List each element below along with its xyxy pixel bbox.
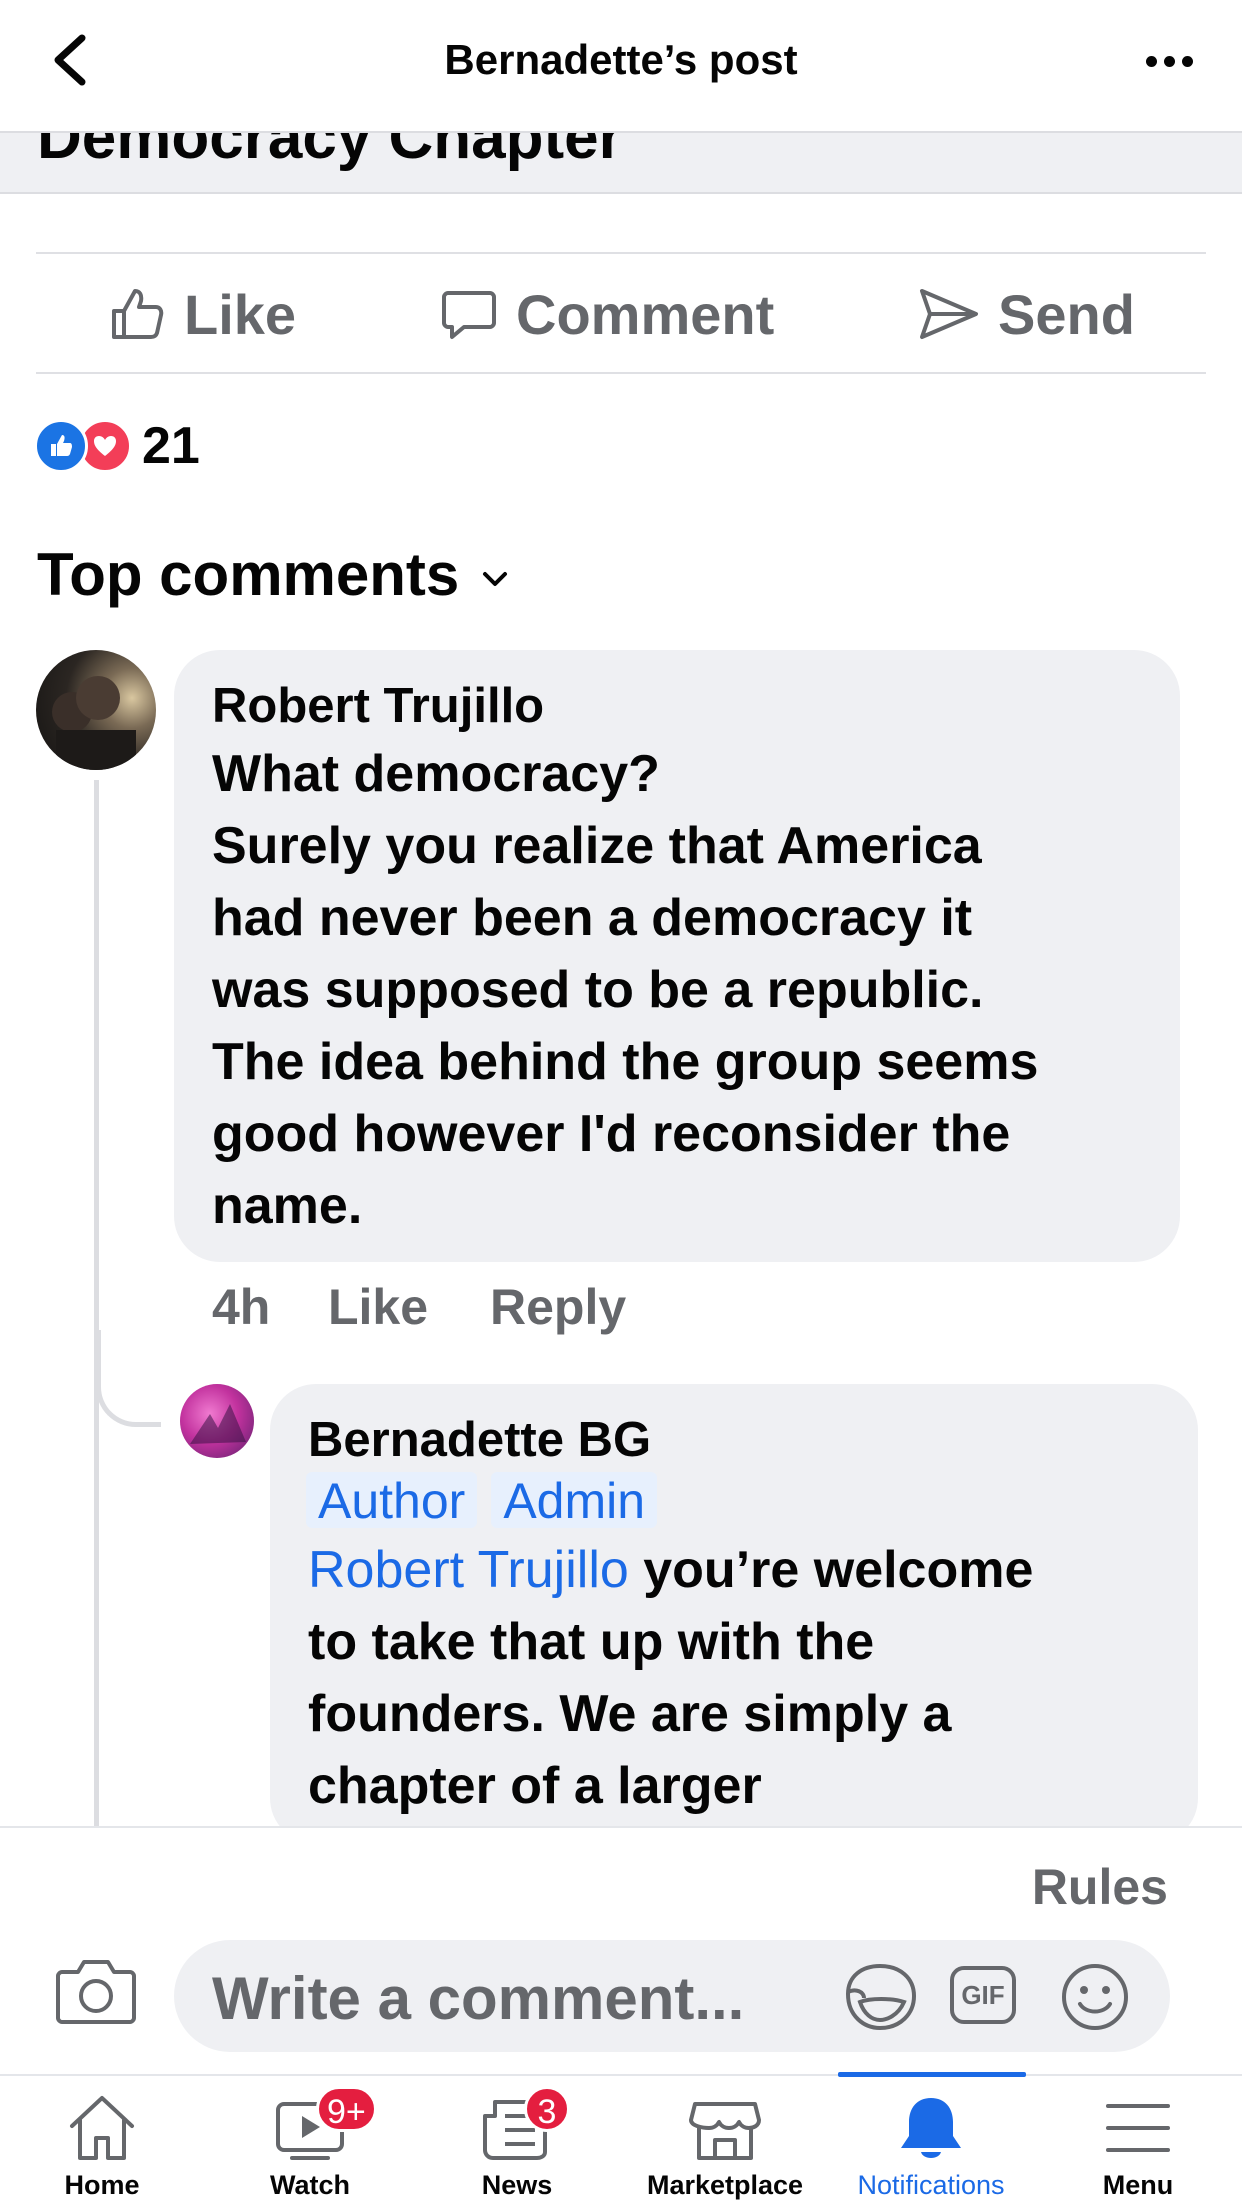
reply-badges: Author Admin bbox=[306, 1472, 671, 1529]
tab-label: Watch bbox=[270, 2170, 350, 2200]
tab-label: Home bbox=[64, 2170, 140, 2200]
more-dot-icon bbox=[1164, 56, 1175, 67]
reaction-count: 21 bbox=[142, 417, 200, 475]
comment-line: name. bbox=[212, 1177, 363, 1235]
send-button[interactable]: Send bbox=[918, 276, 1135, 352]
reply-body: Robert Trujillo you’re welcome to take t… bbox=[308, 1534, 1188, 1822]
home-icon bbox=[70, 2096, 134, 2160]
bell-icon bbox=[901, 2098, 961, 2158]
thread-line bbox=[94, 780, 99, 1830]
author-badge: Author bbox=[306, 1472, 478, 1529]
reply-line: founders. We are simply a bbox=[308, 1685, 952, 1743]
comment-line: The idea behind the group seems bbox=[212, 1033, 1039, 1091]
emoji-button[interactable] bbox=[1060, 1962, 1130, 2037]
replier-avatar[interactable] bbox=[180, 1384, 254, 1458]
menu-icon bbox=[1106, 2104, 1170, 2152]
comment-line: good however I'd reconsider the bbox=[212, 1105, 1011, 1163]
send-button-label: Send bbox=[998, 282, 1135, 346]
reply-line: to take that up with the bbox=[308, 1613, 875, 1671]
like-reaction-icon bbox=[34, 419, 88, 473]
tab-notifications[interactable]: Notifications bbox=[828, 2076, 1034, 2210]
comment-line: Surely you realize that America bbox=[212, 817, 982, 875]
top-navigation-bar: Bernadette’s post bbox=[0, 0, 1242, 131]
comment-composer: Rules Write a comment... GIF bbox=[0, 1826, 1242, 2076]
news-badge: 3 bbox=[524, 2086, 570, 2132]
comment-sort-label: Top comments bbox=[37, 541, 460, 608]
comment-reply-button[interactable]: Reply bbox=[490, 1278, 626, 1336]
group-header[interactable]: Democracy Chapter bbox=[0, 131, 1242, 194]
comment-line: had never been a democracy it bbox=[212, 889, 973, 947]
emoji-icon bbox=[1062, 1964, 1128, 2030]
marketplace-icon bbox=[689, 2102, 761, 2160]
more-options-button[interactable] bbox=[1130, 30, 1210, 90]
avatar-photo bbox=[190, 1404, 246, 1444]
tab-marketplace[interactable]: Marketplace bbox=[622, 2076, 828, 2210]
commenter-avatar[interactable] bbox=[36, 650, 156, 770]
tab-menu[interactable]: Menu bbox=[1034, 2076, 1242, 2210]
tab-watch[interactable]: 9+ Watch bbox=[208, 2076, 412, 2210]
tab-news[interactable]: 3 News bbox=[412, 2076, 622, 2210]
comment-bubble[interactable]: Robert Trujillo What democracy? Surely y… bbox=[174, 650, 1180, 1262]
comment-author[interactable]: Robert Trujillo bbox=[212, 678, 544, 734]
sticker-icon bbox=[845, 1963, 917, 2031]
thread-connector bbox=[96, 1330, 161, 1427]
camera-button[interactable] bbox=[54, 1954, 138, 2026]
gif-label: GIF bbox=[961, 1980, 1005, 2010]
divider bbox=[36, 372, 1206, 374]
comment-button-label: Comment bbox=[516, 282, 775, 346]
tab-label: News bbox=[481, 2170, 553, 2200]
page-title: Bernadette’s post bbox=[444, 36, 798, 83]
tab-home[interactable]: Home bbox=[0, 2076, 204, 2210]
camera-icon bbox=[56, 1960, 136, 2024]
like-button[interactable]: Like bbox=[108, 276, 296, 352]
comment-timestamp: 4h bbox=[212, 1279, 271, 1335]
comment-input-placeholder: Write a comment... bbox=[212, 1965, 745, 2032]
comment-input[interactable]: Write a comment... GIF bbox=[174, 1940, 1170, 2052]
comment-body: What democracy? Surely you realize that … bbox=[212, 738, 1162, 1242]
avatar-photo bbox=[52, 676, 136, 770]
comment-line: What democracy? bbox=[212, 745, 660, 803]
admin-badge: Admin bbox=[491, 1472, 658, 1529]
reply-line: chapter of a larger bbox=[308, 1757, 762, 1815]
reply-bubble[interactable]: Bernadette BG Author Admin Robert Trujill… bbox=[270, 1384, 1198, 1844]
reaction-summary[interactable]: 21 bbox=[34, 417, 200, 475]
group-name: Democracy Chapter bbox=[37, 131, 623, 172]
bottom-tab-bar: Home 9+ Watch 3 News Marketplace Notific… bbox=[0, 2072, 1242, 2210]
tab-label: Marketplace bbox=[646, 2170, 804, 2200]
gif-button[interactable]: GIF bbox=[950, 1966, 1016, 2024]
speech-bubble-icon bbox=[442, 291, 496, 339]
like-button-label: Like bbox=[184, 282, 297, 346]
rules-link[interactable]: Rules bbox=[1032, 1858, 1168, 1916]
tab-label: Menu bbox=[1102, 2170, 1174, 2200]
more-dot-icon bbox=[1182, 56, 1193, 67]
comment-line: was supposed to be a republic. bbox=[212, 961, 984, 1019]
thumbs-up-icon bbox=[112, 289, 164, 339]
reply-line: Robert Trujillo you’re welcome bbox=[308, 1534, 1188, 1606]
reply-author[interactable]: Bernadette BG bbox=[308, 1412, 651, 1468]
comment-like-button[interactable]: Like bbox=[328, 1278, 428, 1336]
comment-button[interactable]: Comment bbox=[440, 276, 774, 352]
more-dot-icon bbox=[1146, 56, 1157, 67]
divider bbox=[36, 252, 1206, 254]
send-icon bbox=[920, 289, 978, 339]
chevron-down-icon bbox=[483, 571, 508, 586]
sticker-button[interactable] bbox=[842, 1962, 920, 2037]
comment-sort-dropdown[interactable]: Top comments bbox=[37, 540, 515, 609]
tab-label: Notifications bbox=[857, 2170, 1005, 2200]
watch-badge: 9+ bbox=[316, 2086, 377, 2132]
mention-link[interactable]: Robert Trujillo bbox=[308, 1541, 629, 1599]
reply-line-text: you’re welcome bbox=[628, 1541, 1034, 1599]
